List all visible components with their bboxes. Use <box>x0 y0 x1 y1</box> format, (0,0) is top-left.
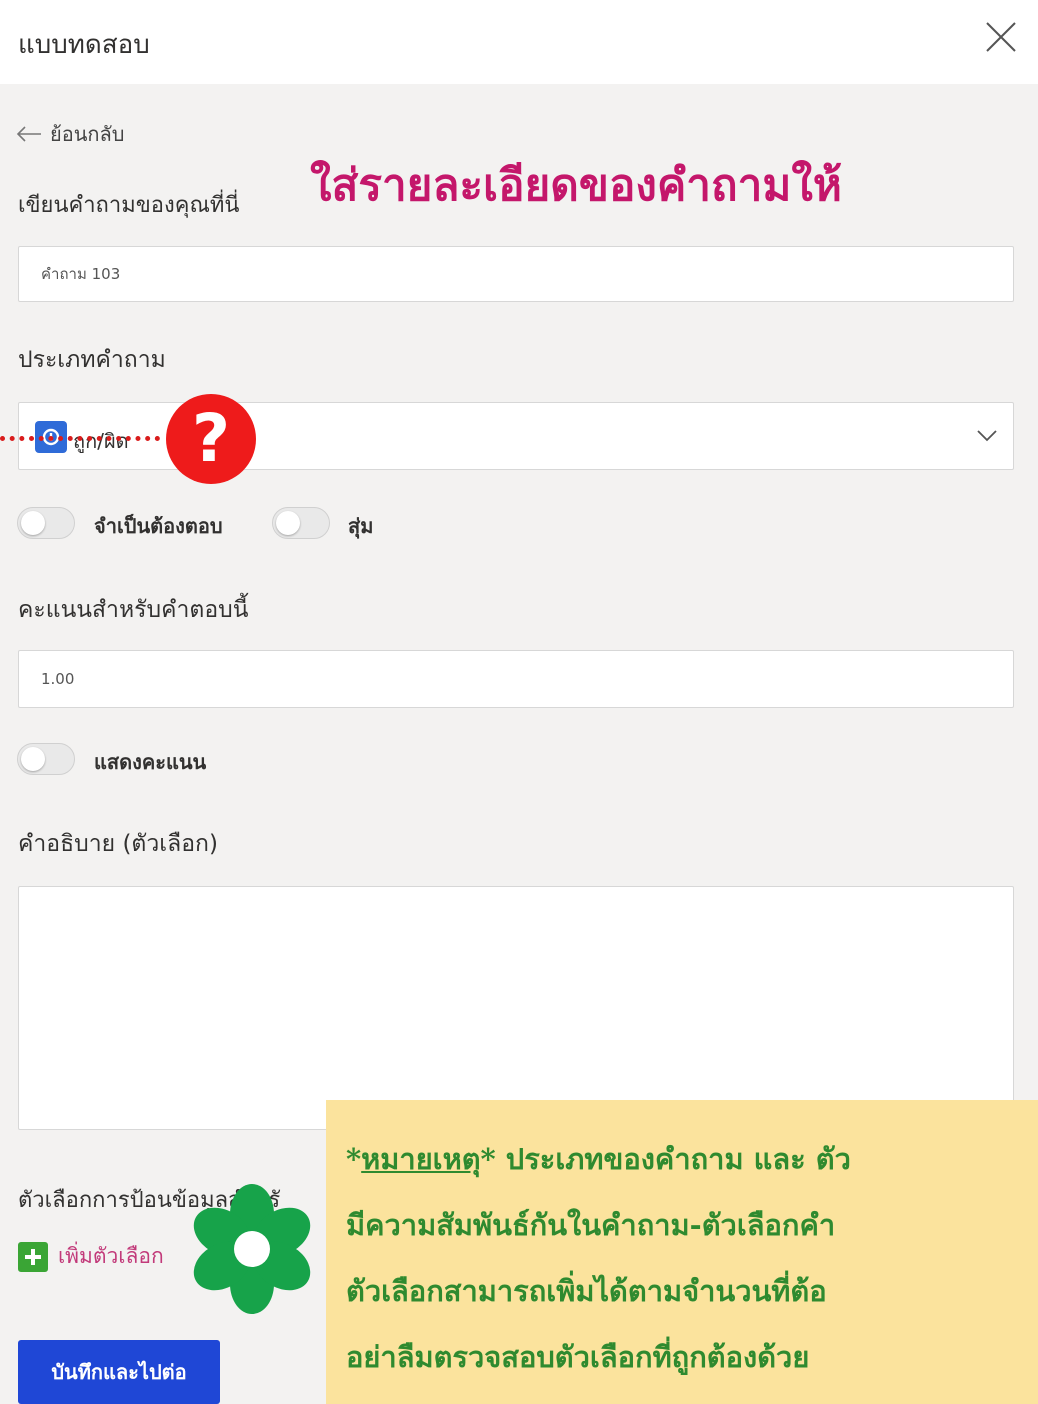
note-line-1-rest: * ประเภทของคำถาม และ ตัว <box>480 1142 851 1176</box>
back-label: ย้อนกลับ <box>50 122 125 146</box>
flower-icon <box>193 1184 311 1314</box>
note-line-3: ตัวเลือกสามารถเพิ่มได้ตามจำนวนที่ต้อ <box>346 1274 827 1308</box>
points-input[interactable]: 1.00 <box>18 650 1014 708</box>
note-line-2: มีความสัมพันธ์กันในคำถาม-ตัวเลือกคำ <box>346 1208 836 1242</box>
close-icon[interactable] <box>984 20 1018 54</box>
description-label: คำอธิบาย (ตัวเลือก) <box>18 831 218 857</box>
plus-icon <box>18 1241 48 1272</box>
note-line-4: อย่าลืมตรวจสอบตัวเลือกที่ถูกต้องด้วย <box>346 1340 810 1374</box>
note-word: หมายเหตุ <box>361 1142 481 1176</box>
show-points-toggle[interactable] <box>17 743 75 775</box>
arrow-left-icon <box>16 126 41 142</box>
points-label: คะแนนสำหรับคำตอบนี้ <box>18 597 249 623</box>
question-type-value: ถูก/ผิด <box>73 429 129 453</box>
question-type-label: ประเภทคำถาม <box>18 347 166 373</box>
question-input-value: คำถาม 103 <box>41 265 121 283</box>
shuffle-toggle[interactable] <box>272 507 330 539</box>
description-textarea[interactable] <box>18 886 1014 1130</box>
dialog-header: แบบทดสอบ <box>0 0 1038 84</box>
shuffle-toggle-label: สุ่ม <box>348 514 374 538</box>
toggle-knob <box>276 511 300 535</box>
question-mark-icon: ? <box>166 394 256 484</box>
annotation-title: ใส่รายละเอียดของคำถามให้ <box>310 160 842 211</box>
show-points-toggle-label: แสดงคะแนน <box>94 750 207 774</box>
add-option-label: เพิ่มตัวเลือก <box>58 1244 164 1268</box>
annotation-dotted-line <box>0 436 160 441</box>
annotation-note: *หมายเหตุ* ประเภทของคำถาม และ ตัว มีความ… <box>326 1100 1038 1404</box>
save-and-continue-button[interactable]: บันทึกและไปต่อ <box>18 1340 220 1404</box>
note-line-1: *หมายเหตุ* ประเภทของคำถาม และ ตัว <box>346 1126 1038 1192</box>
back-link[interactable]: ย้อนกลับ <box>16 118 124 150</box>
dialog-title: แบบทดสอบ <box>18 30 150 60</box>
points-input-value: 1.00 <box>41 670 75 688</box>
question-label: เขียนคำถามของคุณที่นี่ <box>18 193 240 218</box>
required-toggle-label: จำเป็นต้องตอบ <box>94 514 223 538</box>
toggle-knob <box>21 511 45 535</box>
note-prefix: * <box>346 1142 362 1176</box>
chevron-down-icon <box>977 430 997 442</box>
toggle-knob <box>21 747 45 771</box>
add-option-button[interactable]: เพิ่มตัวเลือก <box>18 1240 164 1273</box>
required-toggle[interactable] <box>17 507 75 539</box>
question-input[interactable]: คำถาม 103 <box>18 246 1014 302</box>
